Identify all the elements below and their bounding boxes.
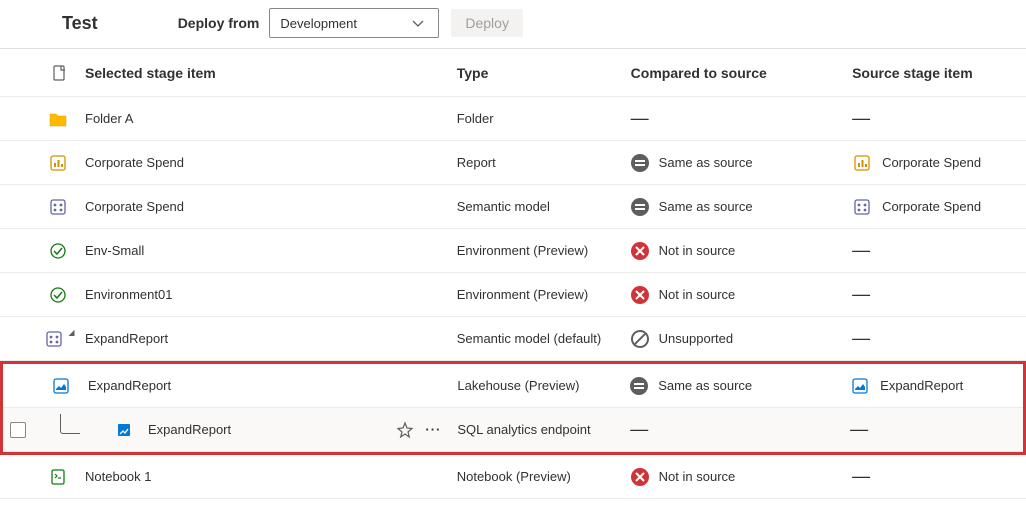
header-type[interactable]: Type [457, 65, 631, 81]
header-compare[interactable]: Compared to source [631, 65, 852, 81]
status-text: Not in source [659, 287, 736, 302]
item-type: Semantic model (default) [457, 331, 631, 346]
favorite-star-icon[interactable] [395, 420, 415, 440]
semantic-icon [44, 329, 64, 349]
source-stage-dropdown[interactable]: Development [269, 8, 439, 38]
deploy-from-label: Deploy from [178, 15, 260, 31]
report-icon [852, 153, 872, 173]
item-name: ExpandReport [85, 331, 168, 346]
source-dash: — [852, 328, 870, 349]
sqlendpoint-icon [114, 420, 134, 440]
status-text: Not in source [659, 243, 736, 258]
status-text: Not in source [659, 469, 736, 484]
status-notin-icon [631, 468, 649, 486]
table-row[interactable]: ExpandReport Lakehouse (Preview) Same as… [3, 364, 1023, 408]
env-icon [48, 285, 68, 305]
item-name: Corporate Spend [85, 199, 184, 214]
status-notin-icon [631, 242, 649, 260]
status-dash: — [630, 419, 648, 440]
item-name: ExpandReport [88, 378, 171, 393]
table-row[interactable]: Env-Small Environment (Preview) Not in s… [0, 229, 1026, 273]
status-same-icon [631, 198, 649, 216]
status-same-icon [631, 154, 649, 172]
table-header: Selected stage item Type Compared to sou… [0, 49, 1026, 97]
lakehouse-icon [51, 376, 71, 396]
deploy-button[interactable]: Deploy [451, 9, 523, 37]
item-name: Notebook 1 [85, 469, 152, 484]
item-name: ExpandReport [148, 422, 231, 437]
item-name: Env-Small [85, 243, 144, 258]
report-icon [48, 153, 68, 173]
table-row[interactable]: ExpandReport ··· SQL analytics endpoint … [3, 408, 1023, 452]
items-table: Selected stage item Type Compared to sou… [0, 49, 1026, 499]
item-type: Folder [457, 111, 631, 126]
tree-elbow-icon [60, 414, 80, 434]
source-name: Corporate Spend [882, 199, 981, 214]
table-row[interactable]: Notebook 1 Notebook (Preview) Not in sou… [0, 455, 1026, 499]
table-row[interactable]: Environment01 Environment (Preview) Not … [0, 273, 1026, 317]
status-text: Same as source [658, 378, 752, 393]
item-name: Corporate Spend [85, 155, 184, 170]
item-name: Environment01 [85, 287, 172, 302]
page-title: Test [62, 13, 98, 34]
item-type: Environment (Preview) [457, 243, 631, 258]
more-options-icon[interactable]: ··· [425, 422, 441, 437]
chevron-down-icon [408, 13, 428, 33]
source-dash: — [852, 466, 870, 487]
item-type: Report [457, 155, 631, 170]
source-dash: — [852, 284, 870, 305]
source-dash: — [852, 240, 870, 261]
item-type: Lakehouse (Preview) [457, 378, 630, 393]
item-type: SQL analytics endpoint [457, 422, 630, 437]
status-text: Same as source [659, 199, 753, 214]
source-dash: — [852, 108, 870, 129]
source-name: ExpandReport [880, 378, 963, 393]
status-unsupported-icon [631, 330, 649, 348]
table-row[interactable]: Folder A Folder — — [0, 97, 1026, 141]
item-type: Semantic model [457, 199, 631, 214]
header-name[interactable]: Selected stage item [85, 65, 457, 81]
semantic-icon [48, 197, 68, 217]
header-source[interactable]: Source stage item [852, 65, 1026, 81]
status-dash: — [631, 108, 649, 129]
table-row[interactable]: Corporate Spend Report Same as source Co… [0, 141, 1026, 185]
source-name: Corporate Spend [882, 155, 981, 170]
dropdown-value: Development [280, 16, 357, 31]
notebook-icon [48, 467, 68, 487]
status-notin-icon [631, 286, 649, 304]
table-row[interactable]: Corporate Spend Semantic model Same as s… [0, 185, 1026, 229]
item-name: Folder A [85, 111, 133, 126]
env-icon [48, 241, 68, 261]
semantic-icon [852, 197, 872, 217]
folder-icon [48, 109, 68, 129]
item-type: Notebook (Preview) [457, 469, 631, 484]
status-same-icon [630, 377, 648, 395]
page-icon [48, 63, 68, 83]
status-text: Unsupported [659, 331, 733, 346]
row-checkbox[interactable] [10, 422, 26, 438]
status-text: Same as source [659, 155, 753, 170]
source-dash: — [850, 419, 868, 440]
toolbar: Test Deploy from Development Deploy [0, 0, 1026, 49]
item-type: Environment (Preview) [457, 287, 631, 302]
lakehouse-icon [850, 376, 870, 396]
table-row[interactable]: ◢ ExpandReport Semantic model (default) … [0, 317, 1026, 361]
